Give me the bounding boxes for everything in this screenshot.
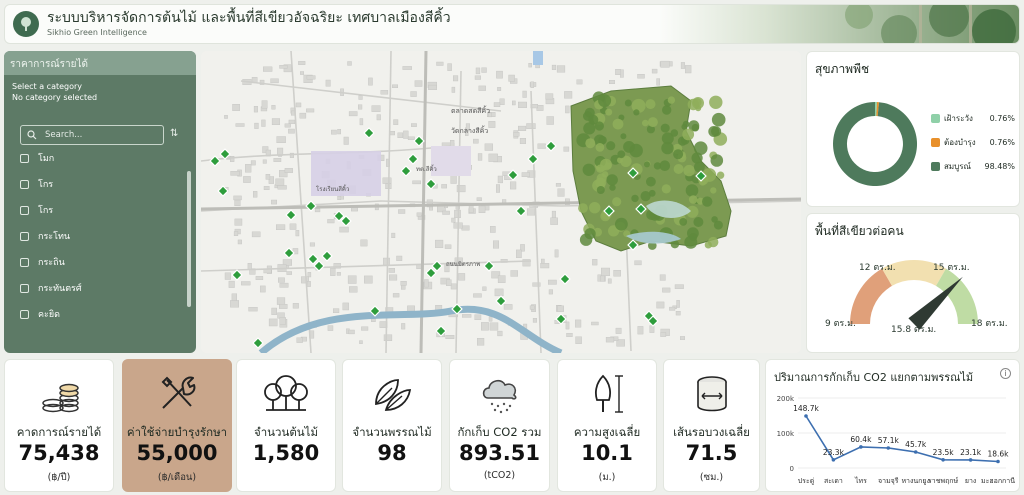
- health-donut-chart: [833, 102, 918, 186]
- selected-category-text: No category selected: [12, 93, 98, 102]
- legend-swatch: [931, 162, 940, 171]
- y-tick-label: 0: [790, 465, 794, 473]
- checkbox[interactable]: [20, 231, 29, 241]
- co2-point[interactable]: [941, 458, 945, 462]
- checkbox[interactable]: [20, 283, 29, 293]
- kpi-avg-circumference[interactable]: เส้นรอบวงเฉลี่ย 71.5 (ซม.): [663, 359, 760, 492]
- category-item[interactable]: โกร: [20, 171, 180, 197]
- search-placeholder: Search...: [45, 130, 83, 140]
- page-title: ระบบบริหารจัดการต้นไม้ และพื้นที่สีเขียว…: [47, 10, 451, 26]
- x-category-label: จามจุรี: [878, 477, 899, 485]
- tree-height-icon: [595, 374, 623, 413]
- co2-point[interactable]: [831, 458, 836, 462]
- app-header: ระบบบริหารจัดการต้นไม้ และพื้นที่สีเขียว…: [4, 4, 1020, 44]
- category-item[interactable]: โมก: [20, 151, 180, 171]
- co2-line-chart: 200k 100k 0 148.7k ประดู่ 23.3k สะเดา 60.4k ไทร 5…: [777, 395, 1016, 485]
- gauge-band: [850, 268, 892, 324]
- select-category-label: Select a category: [12, 82, 83, 91]
- forest-banner-image: [659, 5, 1019, 43]
- checkbox[interactable]: [20, 309, 29, 319]
- y-tick-label: 200k: [777, 395, 795, 403]
- x-category-label: ไทร: [854, 476, 867, 485]
- legend-swatch: [931, 114, 940, 123]
- plant-health-title: สุขภาพพืช: [815, 62, 870, 76]
- co2-by-species-card: ปริมาณการกักเก็บ CO2 แยกตามพรรณไม้ i 200…: [765, 359, 1020, 492]
- tree-map[interactable]: ตลาดสดสีคิ้ว วัดกลางสีคิ้ว โรงเรียนสีคิ้…: [201, 51, 801, 353]
- co2-point[interactable]: [804, 414, 808, 418]
- x-category-label: หางนกยูง: [901, 477, 930, 485]
- category-panel: ราคาการณ์รายได้ Select a category No cat…: [4, 51, 196, 353]
- coins-icon: [42, 383, 79, 413]
- gauge-label-low: 12 ตร.ม.: [859, 263, 896, 273]
- kpi-tree-count[interactable]: จำนวนต้นไม้ 1,580: [236, 359, 336, 492]
- search-icon: [27, 130, 37, 140]
- gauge-value: 15.8 ตร.ม.: [891, 325, 937, 335]
- checkbox[interactable]: [20, 257, 29, 267]
- gauge-label-max: 18 ตร.ม.: [971, 319, 1008, 329]
- category-panel-heading: ราคาการณ์รายได้: [4, 51, 196, 75]
- co2-value-label: 45.7k: [905, 440, 927, 449]
- x-category-label: มะฮอกกานี: [981, 477, 1015, 485]
- gauge-label-high: 15 ตร.ม.: [933, 263, 970, 273]
- category-list-scrollbar[interactable]: [187, 171, 191, 307]
- checkbox[interactable]: [20, 153, 29, 163]
- trunk-icon: [696, 376, 727, 412]
- co2-value-label: 23.1k: [960, 448, 982, 457]
- co2-value-label: 60.4k: [850, 435, 872, 444]
- kpi-co2-total[interactable]: กักเก็บ CO2 รวม 893.51 (tCO2): [449, 359, 550, 492]
- co2-value-label: 23.3k: [823, 448, 845, 457]
- co2-value-label: 18.6k: [987, 450, 1009, 459]
- page-subtitle: Sikhio Green Intelligence: [47, 28, 147, 37]
- co2-value-label: 57.1k: [878, 436, 900, 445]
- legend-watch: เฝ้าระวัง 0.76%: [931, 112, 1015, 125]
- category-list: พะ โมก โกร โกร กระโทน กระถิน กระทันตรศ์ …: [20, 151, 180, 349]
- co2-point[interactable]: [968, 458, 973, 462]
- trees-icon: [264, 375, 308, 411]
- legend-needs-care: ต้องบำรุง 0.76%: [931, 136, 1015, 149]
- kpi-species-count[interactable]: จำนวนพรรณไม้ 98: [342, 359, 442, 492]
- leaves-icon: [375, 379, 412, 411]
- category-item[interactable]: คะยิด: [20, 301, 180, 327]
- x-category-label: ยาง: [965, 477, 976, 485]
- tools-icon: [161, 376, 196, 409]
- co2-point[interactable]: [996, 459, 1000, 464]
- co2-point[interactable]: [859, 445, 863, 449]
- x-category-label: สะเดา: [824, 477, 843, 485]
- kpi-maintenance-cost[interactable]: ค่าใช้จ่ายบำรุงรักษา 55,000 (฿/เดือน): [122, 359, 232, 492]
- x-category-label: ประดู่: [798, 477, 815, 485]
- cloud-icon: [482, 379, 516, 414]
- sort-filter-icon[interactable]: ⇅: [170, 128, 182, 142]
- legend-healthy: สมบูรณ์ 98.48%: [931, 160, 1015, 173]
- gauge-label-min: 9 ตร.ม.: [825, 319, 856, 329]
- tree-logo-icon: [13, 11, 39, 37]
- kpi-revenue[interactable]: คาดการณ์รายได้ 75,438 (฿/ปี): [4, 359, 114, 492]
- legend-swatch: [931, 138, 940, 147]
- kpi-avg-height[interactable]: ความสูงเฉลี่ย 10.1 (ม.): [557, 359, 657, 492]
- category-item[interactable]: กระโทน: [20, 223, 180, 249]
- plant-health-card: สุขภาพพืช เฝ้าระวัง 0.76% ต้องบำรุง 0.76…: [806, 51, 1020, 207]
- green-area-card: พื้นที่สีเขียวต่อคน 12 ตร.ม. 15 ตร.ม. 9 …: [806, 213, 1020, 353]
- map-label: ถนนมิตรภาพ: [446, 261, 480, 268]
- category-item[interactable]: กระถิน: [20, 249, 180, 275]
- category-item[interactable]: กระทันตรศ์: [20, 275, 180, 301]
- category-search-input[interactable]: Search...: [20, 125, 164, 145]
- co2-value-label: 23.5k: [933, 448, 955, 457]
- checkbox[interactable]: [20, 205, 29, 215]
- x-category-label: ราชพฤกษ์: [928, 477, 959, 485]
- co2-point[interactable]: [913, 450, 918, 454]
- checkbox[interactable]: [20, 179, 29, 189]
- co2-value-label: 148.7k: [793, 404, 819, 413]
- y-tick-label: 100k: [777, 430, 795, 438]
- category-item[interactable]: โกร: [20, 197, 180, 223]
- co2-point[interactable]: [886, 446, 891, 450]
